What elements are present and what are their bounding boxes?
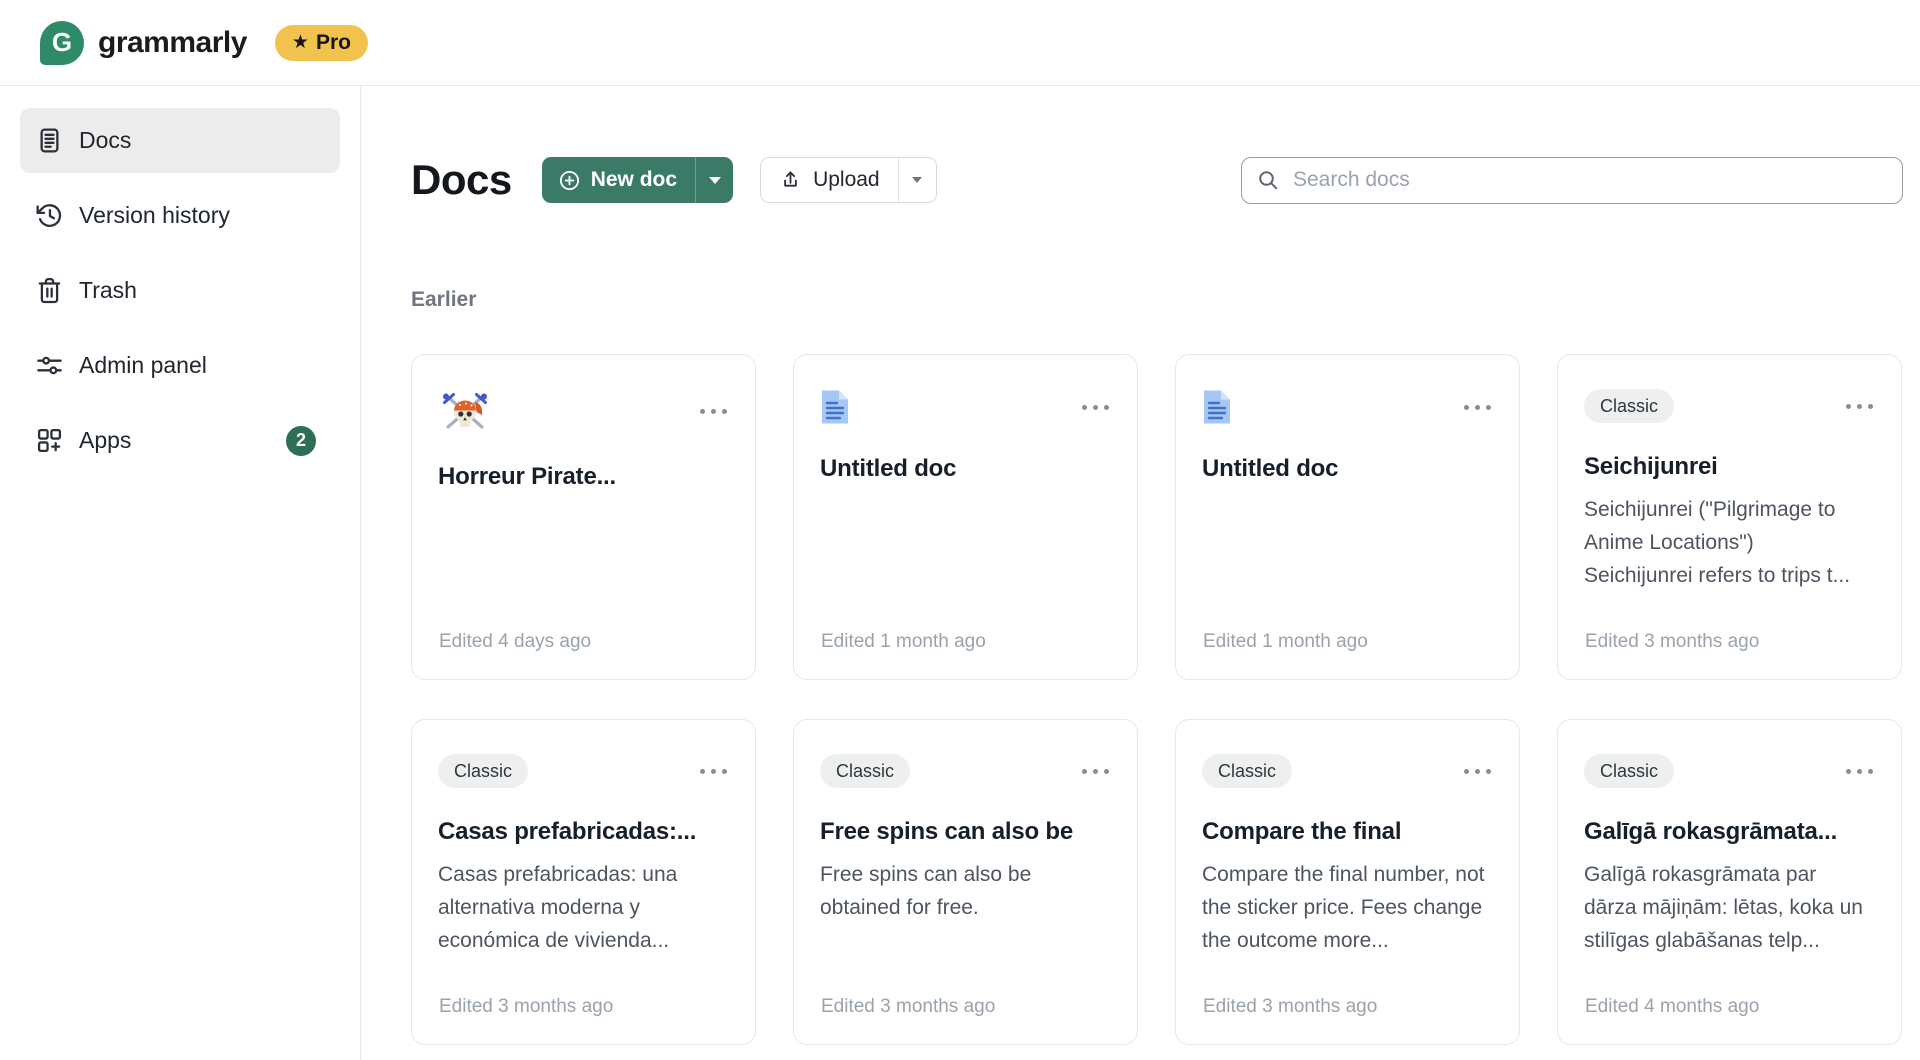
chevron-down-icon	[709, 177, 721, 184]
card-menu-button[interactable]	[1082, 399, 1109, 416]
card-menu-button[interactable]	[700, 763, 727, 780]
card-menu-button[interactable]	[700, 403, 727, 420]
upload-split-button: Upload	[760, 157, 937, 203]
blue-doc-icon	[1202, 389, 1232, 425]
doc-edited-timestamp: Edited 4 days ago	[439, 631, 591, 653]
doc-edited-timestamp: Edited 3 months ago	[1203, 996, 1377, 1018]
classic-badge: Classic	[1584, 754, 1674, 788]
doc-edited-timestamp: Edited 3 months ago	[439, 996, 613, 1018]
sidebar-item-label: Apps	[79, 427, 131, 454]
sidebar-item-apps[interactable]: Apps 2	[20, 408, 340, 473]
doc-title: Free spins can also be	[820, 818, 1109, 846]
new-doc-split-button: New doc	[542, 157, 733, 203]
sidebar-item-docs[interactable]: Docs	[20, 108, 340, 173]
main-content: Docs New doc	[361, 86, 1920, 1060]
doc-edited-timestamp: Edited 1 month ago	[821, 631, 986, 653]
version-history-icon	[35, 201, 64, 230]
sidebar-item-label: Version history	[79, 202, 230, 229]
section-heading-earlier: Earlier	[411, 288, 1903, 312]
new-doc-label: New doc	[591, 168, 677, 192]
new-doc-dropdown-button[interactable]	[695, 157, 733, 203]
trash-icon	[35, 276, 64, 305]
sidebar-item-label: Admin panel	[79, 352, 207, 379]
blue-doc-icon	[820, 389, 850, 425]
new-doc-button[interactable]: New doc	[542, 157, 695, 203]
doc-title: Horreur Pirate...	[438, 463, 727, 491]
upload-button[interactable]: Upload	[761, 158, 898, 202]
card-menu-button[interactable]	[1464, 763, 1491, 780]
chevron-down-icon	[912, 177, 922, 183]
star-icon: ★	[292, 33, 309, 52]
sidebar-item-label: Docs	[79, 127, 131, 154]
search-icon	[1256, 168, 1280, 192]
grammarly-logo[interactable]: G grammarly	[40, 21, 247, 65]
card-menu-button[interactable]	[1846, 398, 1873, 415]
doc-title: Galīgā rokasgrāmata...	[1584, 818, 1873, 846]
docs-icon	[35, 126, 64, 155]
brand-wordmark: grammarly	[98, 26, 247, 60]
doc-snippet: Free spins can also be obtained for free…	[820, 858, 1109, 924]
doc-card[interactable]: Classic Compare the final Compare the fi…	[1175, 719, 1520, 1045]
card-menu-button[interactable]	[1082, 763, 1109, 780]
grammarly-logo-icon: G	[40, 21, 84, 65]
upload-label: Upload	[813, 168, 880, 192]
doc-edited-timestamp: Edited 3 months ago	[1585, 631, 1759, 653]
doc-title: Untitled doc	[1202, 455, 1491, 483]
doc-title: Casas prefabricadas:...	[438, 818, 727, 846]
sidebar-item-trash[interactable]: Trash	[20, 258, 340, 323]
docs-grid: Horreur Pirate... Edited 4 days ago	[411, 354, 1903, 1045]
classic-badge: Classic	[438, 754, 528, 788]
page-title: Docs	[411, 156, 512, 204]
doc-card[interactable]: Classic Galīgā rokasgrāmata... Galīgā ro…	[1557, 719, 1902, 1045]
classic-badge: Classic	[820, 754, 910, 788]
doc-card[interactable]: Classic Casas prefabricadas:... Casas pr…	[411, 719, 756, 1045]
doc-card[interactable]: Untitled doc Edited 1 month ago	[793, 354, 1138, 680]
pirate-emoji-icon	[438, 389, 492, 433]
sidebar-item-label: Trash	[79, 277, 137, 304]
doc-snippet: Compare the final number, not the sticke…	[1202, 858, 1491, 957]
doc-edited-timestamp: Edited 1 month ago	[1203, 631, 1368, 653]
apps-icon	[35, 426, 64, 455]
doc-snippet: Casas prefabricadas: una alternativa mod…	[438, 858, 727, 957]
doc-title: Untitled doc	[820, 455, 1109, 483]
doc-card[interactable]: Classic Free spins can also be Free spin…	[793, 719, 1138, 1045]
admin-panel-icon	[35, 351, 64, 380]
search-box	[1241, 157, 1903, 204]
doc-edited-timestamp: Edited 4 months ago	[1585, 996, 1759, 1018]
doc-card[interactable]: Untitled doc Edited 1 month ago	[1175, 354, 1520, 680]
apps-count-badge: 2	[286, 426, 316, 456]
card-menu-button[interactable]	[1464, 399, 1491, 416]
pro-badge-label: Pro	[316, 31, 351, 55]
doc-card[interactable]: Horreur Pirate... Edited 4 days ago	[411, 354, 756, 680]
doc-snippet: Seichijunrei ("Pilgrimage to Anime Locat…	[1584, 493, 1873, 592]
doc-snippet: Galīgā rokasgrāmata par dārza mājiņām: l…	[1584, 858, 1873, 957]
doc-title: Seichijunrei	[1584, 453, 1873, 481]
doc-edited-timestamp: Edited 3 months ago	[821, 996, 995, 1018]
sidebar: Docs Version history Trash	[0, 86, 361, 1060]
search-input[interactable]	[1293, 168, 1888, 192]
sidebar-item-version-history[interactable]: Version history	[20, 183, 340, 248]
pro-badge[interactable]: ★ Pro	[275, 25, 368, 61]
upload-dropdown-button[interactable]	[898, 158, 936, 202]
sidebar-item-admin-panel[interactable]: Admin panel	[20, 333, 340, 398]
app-header: G grammarly ★ Pro	[0, 0, 1920, 86]
doc-title: Compare the final	[1202, 818, 1491, 846]
docs-toolbar: Docs New doc	[411, 156, 1903, 204]
card-menu-button[interactable]	[1846, 763, 1873, 780]
classic-badge: Classic	[1202, 754, 1292, 788]
plus-circle-icon	[558, 169, 581, 192]
doc-card[interactable]: Classic Seichijunrei Seichijunrei ("Pilg…	[1557, 354, 1902, 680]
classic-badge: Classic	[1584, 389, 1674, 423]
upload-icon	[779, 169, 802, 192]
